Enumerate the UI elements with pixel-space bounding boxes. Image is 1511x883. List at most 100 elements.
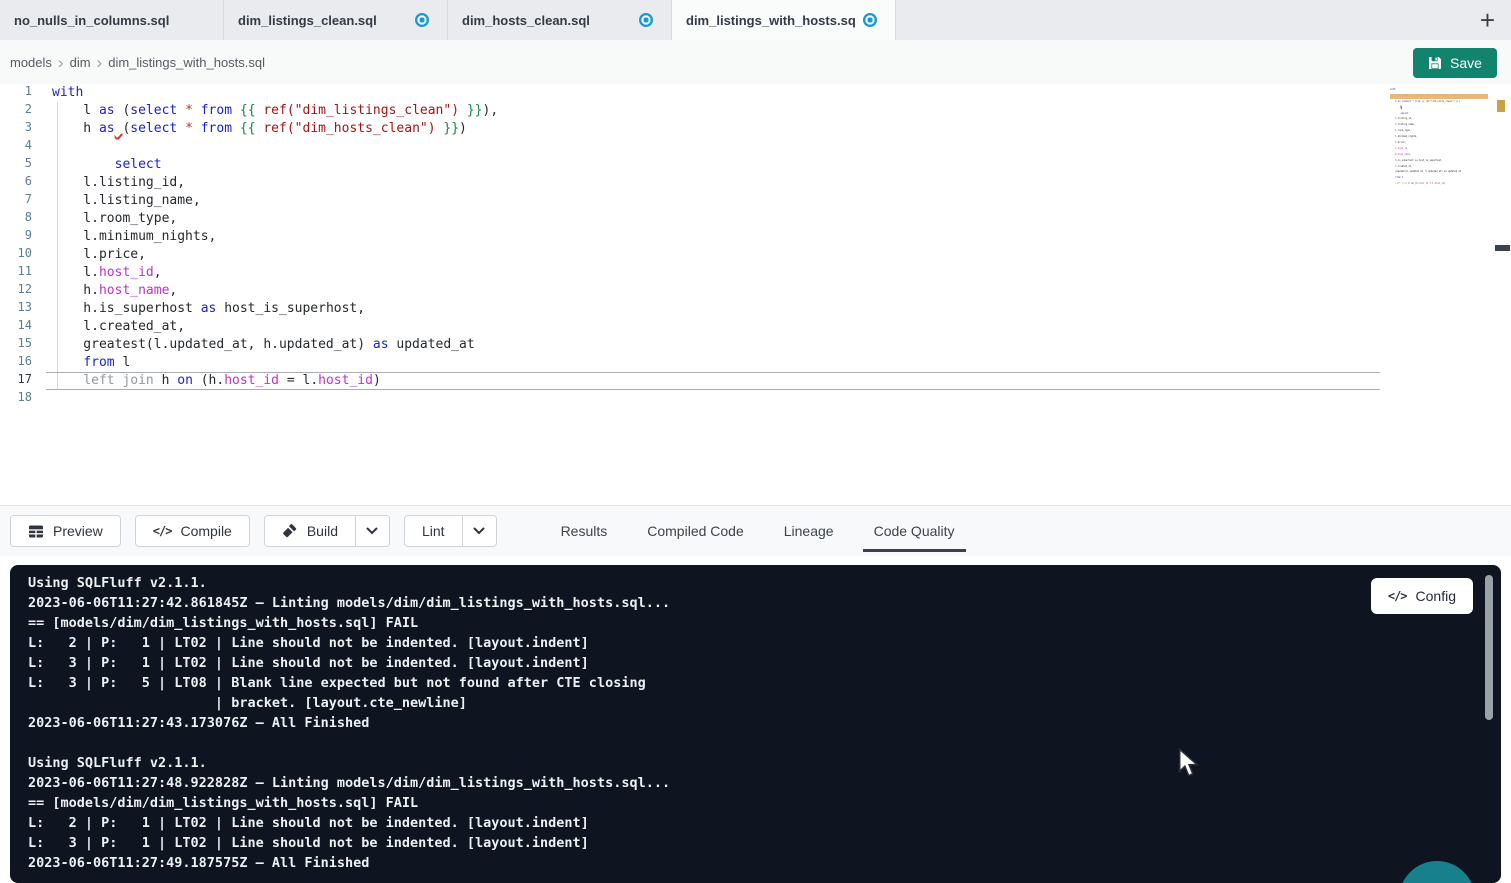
code-line[interactable]: l.room_type, — [46, 210, 1380, 228]
tab-compiled-code[interactable]: Compiled Code — [645, 506, 746, 556]
code-token: l — [1401, 176, 1404, 179]
preview-button[interactable]: Preview — [10, 515, 121, 547]
build-dropdown-button[interactable] — [355, 515, 390, 547]
terminal-line: == [models/dim/dim_listings_with_hosts.s… — [28, 793, 1501, 813]
chevron-down-icon — [473, 527, 485, 535]
code-token: l.price, — [52, 247, 146, 262]
code-token — [232, 103, 240, 118]
code-token: select — [115, 157, 162, 172]
code-token: host_id — [1419, 182, 1428, 185]
code-line[interactable] — [46, 138, 1380, 156]
code-line[interactable]: l.price, — [46, 246, 1380, 264]
scrollbar-position-marker — [1495, 245, 1510, 251]
code-line[interactable]: left join h on (h.host_id = l.host_id) — [46, 372, 1380, 390]
code-token: }} — [443, 121, 459, 136]
code-token: from — [201, 103, 232, 118]
lint-dropdown-button[interactable] — [462, 515, 497, 547]
lint-button-group: Lint — [404, 515, 497, 547]
line-number: 18 — [0, 390, 46, 408]
code-token — [52, 157, 115, 172]
terminal-output: Using SQLFluff v2.1.1.2023-06-06T11:27:4… — [10, 565, 1501, 873]
code-editor[interactable]: 123456789101112131415161718 with l as (s… — [0, 84, 1511, 505]
file-tab-dim_listings_clean.sql[interactable]: dim_listings_clean.sql — [224, 0, 448, 40]
code-line[interactable]: greatest(l.updated_at, h.updated_at) as … — [46, 336, 1380, 354]
terminal-line: 2023-06-06T11:27:42.861845Z — Linting mo… — [28, 593, 1501, 613]
minimap[interactable]: with l as (select * from {{ ref("dim_lis… — [1390, 88, 1488, 194]
breadcrumb-item[interactable]: models — [10, 55, 52, 70]
code-line[interactable]: l.created_at, — [46, 318, 1380, 336]
code-token: ) — [459, 121, 467, 136]
lint-output-terminal[interactable]: Using SQLFluff v2.1.1.2023-06-06T11:27:4… — [10, 565, 1501, 883]
save-button[interactable]: Save — [1413, 48, 1497, 78]
config-button-label: Config — [1416, 588, 1456, 604]
code-token: left join — [83, 373, 153, 388]
code-line[interactable]: with — [46, 84, 1380, 102]
terminal-line: | bracket. [layout.cte_newline] — [28, 693, 1501, 713]
code-line[interactable]: l.listing_name, — [46, 192, 1380, 210]
code-token: {{ — [240, 103, 256, 118]
code-token: (h. — [193, 373, 224, 388]
terminal-line: L: 2 | P: 1 | LT02 | Line should not be … — [28, 813, 1501, 833]
build-button[interactable]: Build — [264, 515, 355, 547]
code-line[interactable]: h as (select * from {{ ref("dim_hosts_cl… — [46, 120, 1380, 138]
code-token: l.listing_name, — [52, 193, 201, 208]
code-line[interactable]: l.minimum_nights, — [46, 228, 1380, 246]
breadcrumb: models›dim›dim_listings_with_hosts.sql — [10, 54, 265, 71]
minimap-changed-line-highlight — [1390, 94, 1488, 99]
code-token: select — [130, 103, 177, 118]
terminal-scrollbar[interactable] — [1485, 575, 1493, 720]
config-button[interactable]: </> Config — [1371, 578, 1473, 614]
file-tab-label: dim_listings_with_hosts.sql — [686, 13, 855, 28]
tab-results[interactable]: Results — [559, 506, 610, 556]
tab-lineage[interactable]: Lineage — [782, 506, 836, 556]
code-token: l.listing_name, — [1390, 123, 1415, 126]
code-brackets-icon: </> — [153, 524, 172, 538]
terminal-line: L: 3 | P: 1 | LT02 | Line should not be … — [28, 833, 1501, 853]
line-number: 11 — [0, 264, 46, 282]
code-line[interactable]: select — [46, 156, 1380, 174]
code-line[interactable]: h.is_superhost as host_is_superhost, — [46, 300, 1380, 318]
code-line[interactable]: l.host_id, — [46, 264, 1380, 282]
code-token: ), — [483, 103, 499, 118]
code-token: ref("dim_hosts_clean") — [263, 121, 435, 136]
code-line[interactable]: l.listing_id, — [46, 174, 1380, 192]
code-token: l.price, — [1390, 141, 1406, 144]
terminal-line: 2023-06-06T11:27:49.187575Z — All Finish… — [28, 853, 1501, 873]
code-token: host_is_superhost, — [1418, 159, 1443, 162]
file-tab-dim_hosts_clean.sql[interactable]: dim_hosts_clean.sql — [448, 0, 672, 40]
code-token: host_is_superhost, — [216, 301, 365, 316]
code-token: ( — [115, 103, 131, 118]
code-token: , — [169, 283, 177, 298]
code-line[interactable]: from l — [46, 354, 1380, 372]
new-tab-button[interactable]: + — [1480, 7, 1495, 33]
breadcrumb-item[interactable]: dim — [70, 55, 91, 70]
compile-button[interactable]: </> Compile — [135, 515, 250, 547]
code-token: ) — [1444, 182, 1445, 185]
file-tab-label: dim_listings_clean.sql — [238, 13, 377, 28]
code-token — [459, 103, 467, 118]
code-token: h — [154, 373, 177, 388]
code-line[interactable] — [46, 390, 1380, 408]
terminal-line — [28, 733, 1501, 753]
terminal-line: L: 2 | P: 1 | LT02 | Line should not be … — [28, 633, 1501, 653]
breadcrumb-separator-icon: › — [97, 54, 103, 71]
code-line[interactable]: h.host_name, — [46, 282, 1380, 300]
code-token: , — [154, 265, 162, 280]
line-number: 5 — [0, 156, 46, 174]
file-tab-no_nulls_in_columns.sql[interactable]: no_nulls_in_columns.sql — [0, 0, 224, 40]
lint-button[interactable]: Lint — [404, 515, 462, 547]
tab-bar: no_nulls_in_columns.sql dim_listings_clea… — [0, 0, 1511, 40]
code-token: h. — [52, 283, 99, 298]
tab-code-quality[interactable]: Code Quality — [872, 506, 957, 556]
breadcrumb-item[interactable]: dim_listings_with_hosts.sql — [108, 55, 265, 70]
code-token: as — [99, 121, 115, 136]
editor-code[interactable]: with l as (select * from {{ ref("dim_lis… — [46, 84, 1380, 408]
file-tab-label: dim_hosts_clean.sql — [462, 13, 590, 28]
code-token: h — [52, 121, 99, 136]
lint-button-label: Lint — [422, 523, 445, 539]
code-line[interactable]: l as (select * from {{ ref("dim_listings… — [46, 102, 1380, 120]
file-tab-dim_listings_with_hosts.sql[interactable]: dim_listings_with_hosts.sql — [672, 0, 896, 40]
code-token: ) — [1459, 100, 1460, 103]
code-token — [177, 121, 185, 136]
code-brackets-icon: </> — [1388, 589, 1407, 603]
